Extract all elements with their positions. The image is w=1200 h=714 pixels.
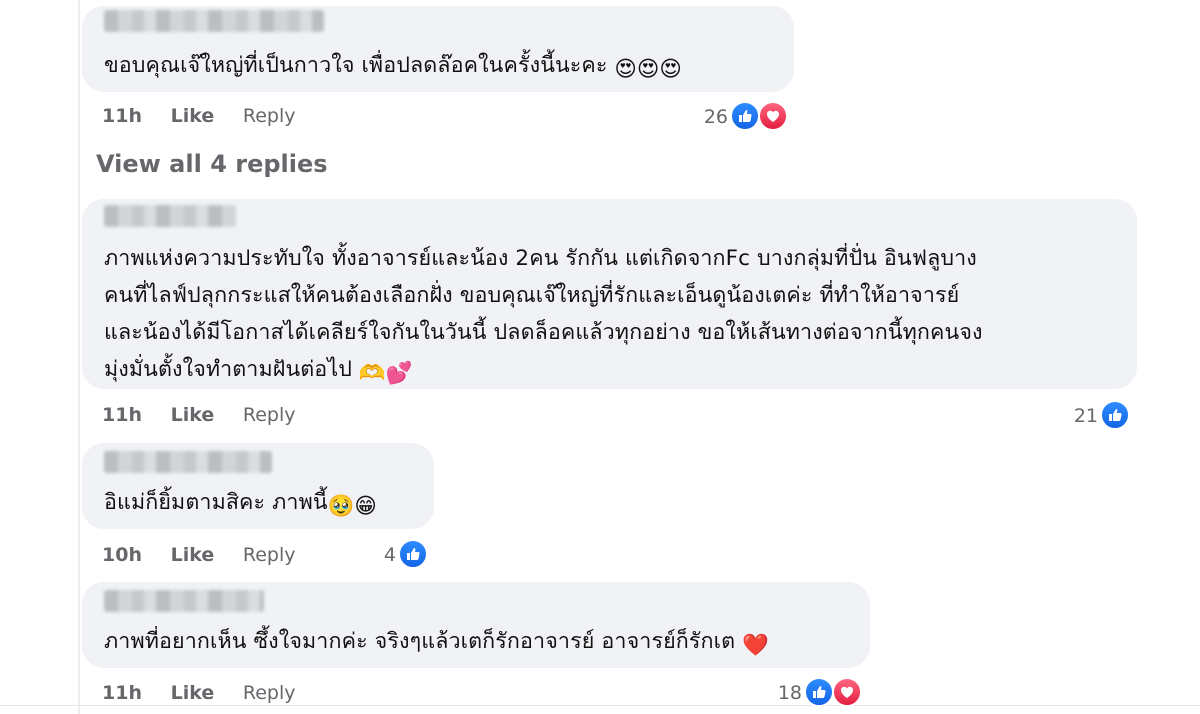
grinning-emoji: 😁: [354, 494, 378, 519]
like-button[interactable]: Like: [171, 105, 215, 127]
reply-button[interactable]: Reply: [243, 682, 296, 704]
like-button[interactable]: Like: [171, 404, 215, 426]
reaction-count[interactable]: 26: [690, 106, 728, 128]
timestamp[interactable]: 11h: [102, 105, 142, 127]
smiling-hearts-emoji: 😍: [659, 57, 683, 82]
red-heart-emoji: ❤️: [742, 633, 769, 658]
like-button[interactable]: Like: [171, 682, 215, 704]
like-icon: [730, 101, 760, 131]
blurred-author-name: [104, 590, 264, 612]
reply-button[interactable]: Reply: [243, 404, 296, 426]
like-icon: [1100, 400, 1130, 430]
comment-meta: 11h Like Reply: [102, 682, 295, 704]
comment-bubble: ภาพที่อยากเห็น ซึ้งใจมากค่ะ จริงๆแล้วเตก…: [82, 582, 870, 668]
comment-text: ภาพที่อยากเห็น ซึ้งใจมากค่ะ จริงๆแล้วเตก…: [104, 623, 769, 664]
comment-meta: 11h Like Reply: [102, 105, 295, 127]
comment-text: ขอบคุณเจ๊ใหญ่ที่เป็นกาวใจ เพื่อปลดล๊อคใน…: [104, 47, 682, 88]
divider: [0, 705, 1200, 706]
timestamp[interactable]: 11h: [102, 682, 142, 704]
reaction-count[interactable]: 21: [1060, 405, 1098, 427]
love-icon: [758, 101, 788, 131]
comment-meta: 10h Like Reply: [102, 544, 295, 566]
comment-bubble: ภาพแห่งความประทับใจ ทั้งอาจารย์และน้อง 2…: [82, 199, 1137, 389]
smiling-hearts-emoji: 😍: [614, 57, 638, 82]
comment-meta: 11h Like Reply: [102, 404, 295, 426]
comment-bubble: ขอบคุณเจ๊ใหญ่ที่เป็นกาวใจ เพื่อปลดล๊อคใน…: [82, 6, 794, 92]
smiling-hearts-emoji: 😍: [637, 57, 660, 82]
reply-button[interactable]: Reply: [243, 105, 296, 127]
like-icon: [804, 677, 834, 707]
love-icon: [832, 677, 862, 707]
reaction-count[interactable]: 18: [766, 682, 802, 704]
reaction-count[interactable]: 4: [360, 544, 396, 566]
like-button[interactable]: Like: [171, 544, 215, 566]
blurred-author-name: [104, 205, 236, 227]
holding-back-tears-emoji: 🥹: [327, 494, 355, 519]
reply-button[interactable]: Reply: [243, 544, 296, 566]
thread-line: [78, 0, 80, 714]
heart-hands-emoji: 🫶: [358, 361, 386, 386]
comment-text: ภาพแห่งความประทับใจ ทั้งอาจารย์และน้อง 2…: [104, 240, 983, 392]
blurred-author-name: [104, 451, 272, 473]
timestamp[interactable]: 11h: [102, 404, 142, 426]
timestamp[interactable]: 10h: [102, 544, 142, 566]
blurred-author-name: [104, 10, 324, 32]
comment-text: อิแม่ก็ยิ้มตามสิคะ ภาพนี้🥹😁: [104, 484, 377, 525]
two-hearts-emoji: 💕: [385, 361, 413, 386]
comment-bubble: อิแม่ก็ยิ้มตามสิคะ ภาพนี้🥹😁: [82, 443, 434, 529]
like-icon: [398, 539, 428, 569]
view-all-replies-link[interactable]: View all 4 replies: [96, 150, 328, 178]
